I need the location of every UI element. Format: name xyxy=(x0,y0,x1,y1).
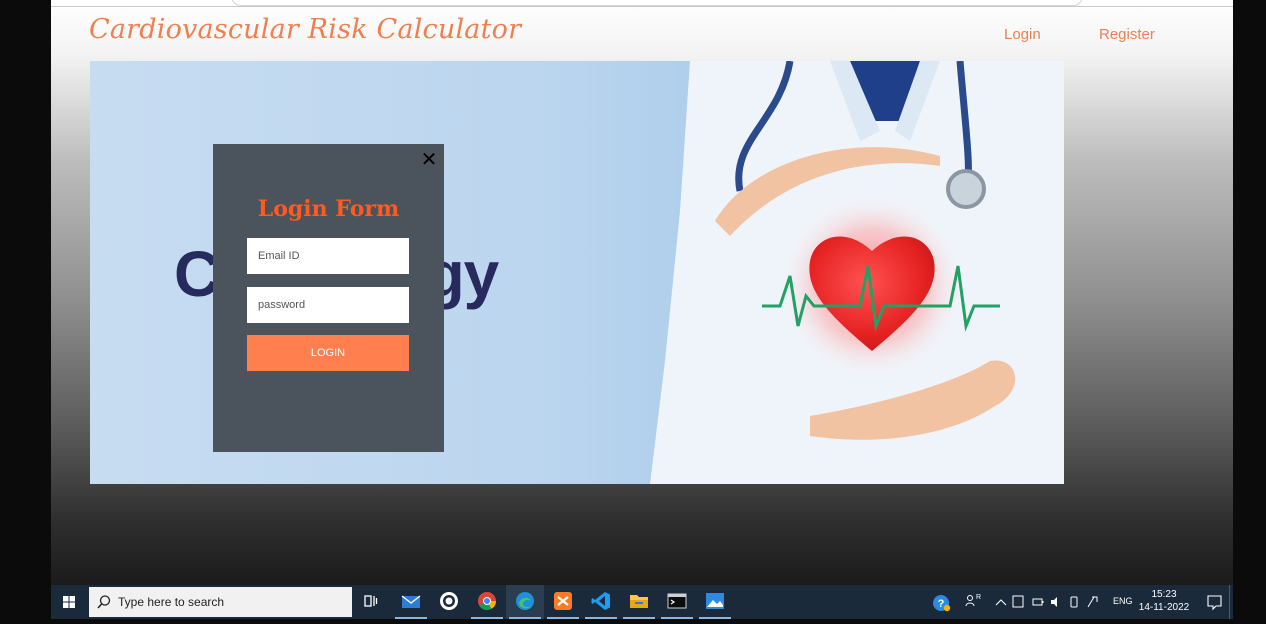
address-bar-edge xyxy=(51,0,1233,7)
chrome-icon xyxy=(478,592,496,611)
taskbar-app-terminal[interactable] xyxy=(658,585,696,619)
github-desktop-icon xyxy=(440,592,458,610)
search-icon xyxy=(97,595,111,609)
edge-icon xyxy=(516,592,534,610)
login-modal: ✕ Login Form LOGIN xyxy=(213,144,444,452)
taskbar-search-box[interactable]: Type here to search xyxy=(89,587,352,617)
email-field[interactable] xyxy=(247,238,409,274)
xampp-icon xyxy=(554,592,572,610)
taskbar-app-mail[interactable] xyxy=(392,585,430,619)
login-submit-button[interactable]: LOGIN xyxy=(247,335,409,371)
password-field[interactable] xyxy=(247,287,409,323)
taskbar-app-xampp[interactable] xyxy=(544,585,582,619)
task-view-button[interactable] xyxy=(352,585,390,619)
task-view-icon xyxy=(364,595,378,607)
windows-taskbar: Type here to search ? R ENG 15:23 14-11-… xyxy=(51,585,1233,619)
vscode-icon xyxy=(591,592,610,610)
system-tray-icons[interactable] xyxy=(991,585,1111,619)
notification-center-button[interactable] xyxy=(1199,585,1229,619)
svg-text:R: R xyxy=(976,594,981,601)
photos-icon xyxy=(706,593,724,609)
terminal-icon xyxy=(667,593,687,609)
taskbar-app-github[interactable] xyxy=(430,585,468,619)
search-placeholder: Type here to search xyxy=(118,595,225,609)
site-brand[interactable]: Cardiovascular Risk Calculator xyxy=(89,14,521,45)
login-form-title: Login Form xyxy=(257,196,400,222)
people-tray-button[interactable]: R xyxy=(961,585,983,619)
start-button[interactable] xyxy=(51,585,87,619)
nav-login-link[interactable]: Login xyxy=(1004,26,1041,43)
people-icon: R xyxy=(965,594,981,607)
notification-icon xyxy=(1207,595,1222,611)
clock-date: 14-11-2022 xyxy=(1138,602,1190,613)
taskbar-app-file-explorer[interactable] xyxy=(620,585,658,619)
close-icon[interactable]: ✕ xyxy=(420,150,438,170)
help-icon: ? xyxy=(933,595,951,612)
mail-icon xyxy=(401,595,421,608)
svg-text:?: ? xyxy=(938,598,945,610)
windows-logo-icon xyxy=(63,596,75,608)
taskbar-clock[interactable]: 15:23 14-11-2022 xyxy=(1133,588,1195,614)
clock-time: 15:23 xyxy=(1151,589,1177,600)
tray-status-icons xyxy=(995,595,1098,608)
language-indicator[interactable]: ENG xyxy=(1113,596,1133,606)
taskbar-app-chrome[interactable] xyxy=(468,585,506,619)
help-tray-button[interactable]: ? xyxy=(929,585,953,619)
folder-icon xyxy=(630,595,648,608)
taskbar-app-vscode[interactable] xyxy=(582,585,620,619)
show-desktop-button[interactable] xyxy=(1229,585,1234,619)
taskbar-app-photos[interactable] xyxy=(696,585,734,619)
browser-viewport: Cardiovascular Risk Calculator Login Reg… xyxy=(51,0,1233,585)
taskbar-app-edge[interactable] xyxy=(506,585,544,619)
nav-register-link[interactable]: Register xyxy=(1099,26,1155,43)
